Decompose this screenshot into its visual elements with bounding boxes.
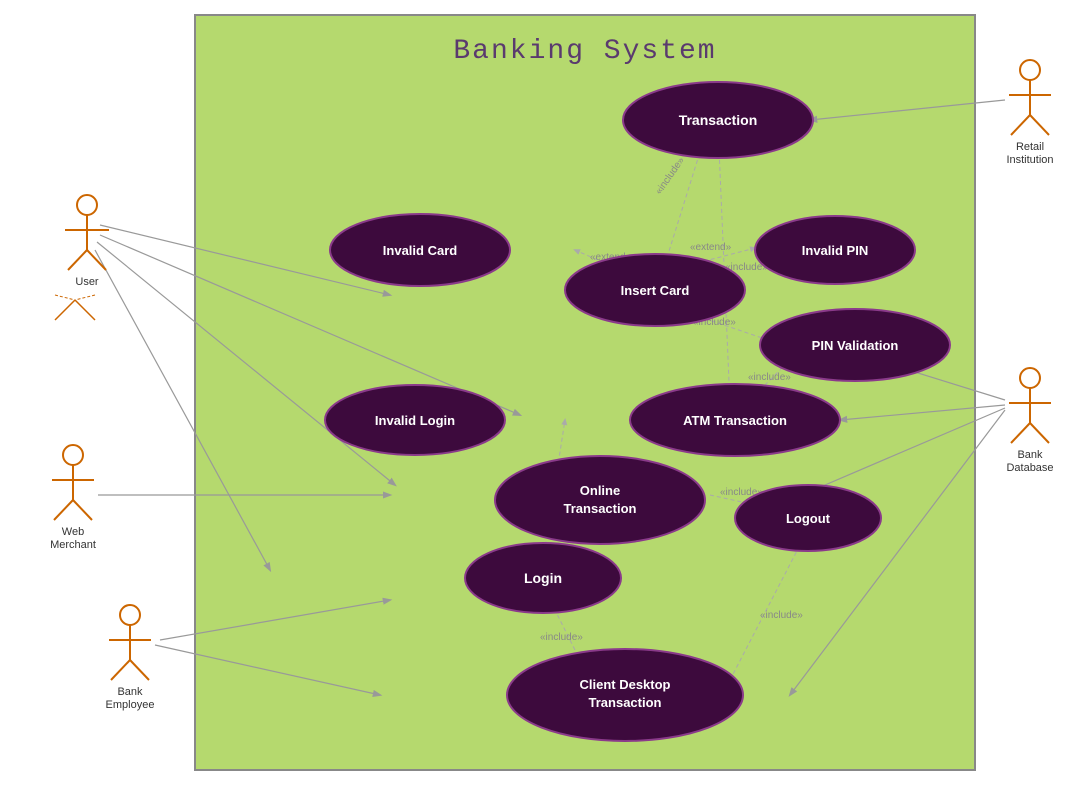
svg-text:«include»: «include» [693,317,736,328]
svg-text:Transaction: Transaction [564,501,637,516]
svg-text:PIN Validation: PIN Validation [812,338,899,353]
svg-text:Login: Login [524,570,562,586]
svg-text:Invalid PIN: Invalid PIN [802,243,868,258]
svg-text:Bank: Bank [1017,449,1043,461]
svg-text:Online: Online [580,483,620,498]
svg-text:Transaction: Transaction [679,112,758,128]
actor-bank-database: Bank Database [1006,368,1053,474]
svg-text:«extend»: «extend» [528,483,547,526]
svg-text:«extend»: «extend» [590,252,632,263]
svg-text:Web: Web [62,526,84,538]
actor-web-merchant: Web Merchant [50,445,96,551]
svg-text:User: User [75,276,99,288]
svg-text:«include»: «include» [760,610,803,621]
svg-text:Retail: Retail [1016,141,1044,153]
svg-text:Employee: Employee [106,699,155,711]
svg-text:«include»: «include» [540,632,583,643]
svg-text:«extend»: «extend» [690,242,732,253]
svg-text:Merchant: Merchant [50,539,96,551]
svg-text:«include»: «include» [548,522,591,533]
svg-text:Insert Card: Insert Card [621,283,690,298]
svg-text:Logout: Logout [786,511,831,526]
svg-text:Banking System: Banking System [453,36,716,67]
svg-text:Institution: Institution [1006,154,1053,166]
svg-text:Database: Database [1006,462,1053,474]
actor-bank-employee: Bank Employee [106,605,155,711]
svg-text:«include»: «include» [748,372,791,383]
svg-text:Client Desktop: Client Desktop [579,677,670,692]
svg-text:«include»: «include» [725,262,768,273]
actor-retail-institution: Retail Institution [1006,60,1053,166]
svg-text:«include»: «include» [720,487,763,498]
svg-text:Invalid Login: Invalid Login [375,413,455,428]
svg-text:ATM Transaction: ATM Transaction [683,413,787,428]
svg-text:Bank: Bank [117,686,143,698]
svg-text:«include»: «include» [653,155,687,197]
actor-user: User [55,195,109,320]
svg-text:Transaction: Transaction [589,695,662,710]
svg-text:Invalid Card: Invalid Card [383,243,457,258]
